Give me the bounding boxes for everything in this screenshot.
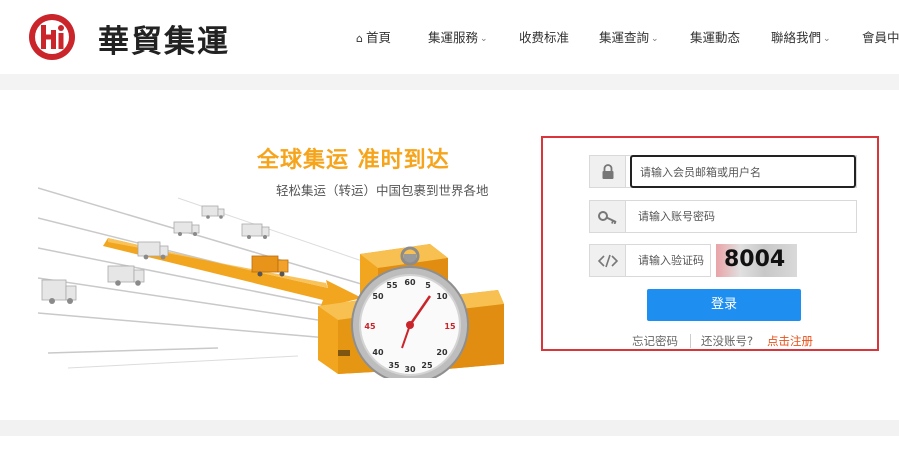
no-account-text: 还没账号? <box>701 334 754 348</box>
dial-number: 60 <box>404 278 416 287</box>
dial-number: 25 <box>421 361 433 370</box>
site-header: 華貿集運 ⌂ 首頁 集運服務 ⌄ 收费标准 集運查詢 ⌄ 集運動态 聯絡我們 ⌄ 會員中… <box>0 0 899 74</box>
captcha-code: 8004 <box>724 247 786 272</box>
nav-item-pricing[interactable]: 收费标准 <box>519 27 569 46</box>
dial-number: 5 <box>425 281 431 290</box>
hero-subtitle: 轻松集运（转运）中国包裹到世界各地 <box>276 183 489 198</box>
dial-number: 10 <box>436 292 448 301</box>
nav-label: 會員中心 <box>862 30 899 45</box>
code-icon <box>590 245 626 276</box>
divider-band <box>0 74 899 90</box>
link-divider <box>690 334 691 348</box>
nav-label: 集運服務 <box>428 30 479 45</box>
nav-item-member[interactable]: 會員中心 <box>862 27 899 46</box>
nav-item-contact[interactable]: 聯絡我們 ⌄ <box>771 27 831 46</box>
nav-label: 收费标准 <box>519 30 570 45</box>
dial-number: 30 <box>404 365 416 374</box>
chevron-down-icon: ⌄ <box>823 34 831 44</box>
nav-item-news[interactable]: 集運動态 <box>690 27 740 46</box>
lock-icon <box>590 156 626 187</box>
password-input[interactable]: 请输入账号密码 <box>630 201 715 232</box>
nav-label: 集運動态 <box>690 30 741 45</box>
page: 華貿集運 ⌂ 首頁 集運服務 ⌄ 收费标准 集運查詢 ⌄ 集運動态 聯絡我們 ⌄ 會員中… <box>0 0 899 455</box>
dial-number: 45 <box>364 322 376 331</box>
home-icon: ⌂ <box>356 32 363 45</box>
nav-item-tracking[interactable]: 集運查詢 ⌄ <box>599 27 659 46</box>
nav-item-services[interactable]: 集運服務 ⌄ <box>428 27 488 46</box>
forgot-password-link[interactable]: 忘记密码 <box>632 333 678 349</box>
nav-label: 首頁 <box>365 30 391 45</box>
dial-number: 55 <box>386 281 398 290</box>
captcha-field[interactable]: 请输入验证码 <box>589 244 711 277</box>
dial-number: 15 <box>444 322 456 331</box>
username-input[interactable]: 请输入会员邮箱或用户名 <box>630 155 856 188</box>
login-button[interactable]: 登录 <box>647 289 801 321</box>
nav-label: 集運查詢 <box>599 30 650 45</box>
hero-illustration: 60 55 5 50 10 45 15 40 20 35 30 25 <box>38 187 504 378</box>
captcha-input[interactable]: 请输入验证码 <box>630 245 704 276</box>
dial-number: 35 <box>388 361 400 370</box>
dial-number: 50 <box>372 292 384 301</box>
dial-number: 20 <box>436 348 448 357</box>
chevron-down-icon: ⌄ <box>480 34 488 44</box>
nav-label: 聯絡我們 <box>771 30 822 45</box>
brand-name[interactable]: 華貿集運 <box>98 16 230 61</box>
nav-item-home[interactable]: ⌂ 首頁 <box>356 27 391 46</box>
key-icon <box>590 201 626 232</box>
captcha-image[interactable]: 8004 <box>716 244 797 277</box>
footer-band <box>0 420 899 436</box>
register-link[interactable]: 点击注册 <box>767 333 813 349</box>
hero-slogan: 全球集运 准时到达 <box>257 148 450 173</box>
password-field[interactable]: 请输入账号密码 <box>589 200 857 233</box>
username-field[interactable]: 请输入会员邮箱或用户名 <box>589 155 857 188</box>
dial-number: 40 <box>372 348 384 357</box>
logo-icon[interactable] <box>27 13 77 61</box>
chevron-down-icon: ⌄ <box>651 34 659 44</box>
